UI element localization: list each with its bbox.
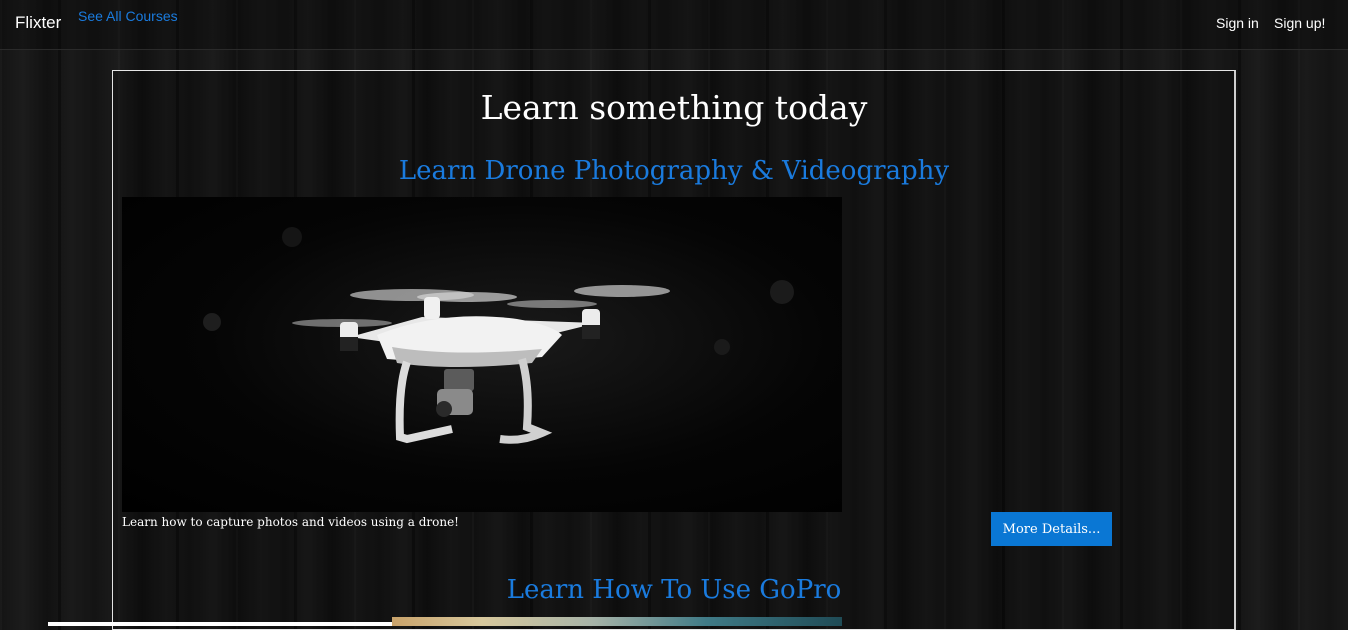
gopro-image[interactable] (392, 617, 842, 626)
page-bottom-edge (48, 622, 392, 626)
sign-in-link[interactable]: Sign in (1216, 15, 1259, 31)
course-description-drone: Learn how to capture photos and videos u… (122, 515, 460, 529)
drone-illustration (203, 227, 794, 444)
page-title: Learn something today (480, 88, 868, 127)
drone-image[interactable] (122, 197, 842, 512)
sign-up-link[interactable]: Sign up! (1274, 15, 1325, 31)
navbar: Flixter See All Courses Sign in Sign up! (0, 0, 1348, 50)
see-all-courses-link[interactable]: See All Courses (78, 8, 178, 24)
brand-logo[interactable]: Flixter (15, 13, 61, 33)
course-title-drone[interactable]: Learn Drone Photography & Videography (0, 156, 1348, 186)
more-details-button[interactable]: More Details... (991, 512, 1112, 546)
course-title-gopro[interactable]: Learn How To Use GoPro (0, 575, 1348, 605)
